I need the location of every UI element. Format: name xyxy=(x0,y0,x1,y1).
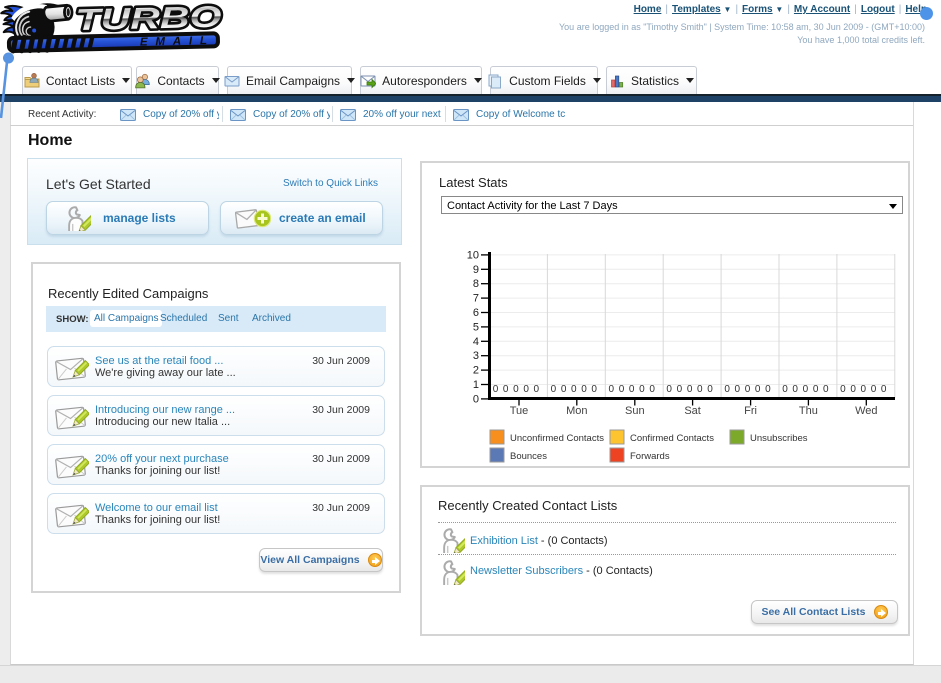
svg-text:8: 8 xyxy=(473,278,479,290)
svg-text:0: 0 xyxy=(881,384,887,395)
svg-text:5: 5 xyxy=(473,321,479,333)
svg-text:Unconfirmed Contacts: Unconfirmed Contacts xyxy=(510,433,604,444)
svg-text:0: 0 xyxy=(473,393,479,405)
svg-text:0: 0 xyxy=(813,384,819,395)
svg-text:0: 0 xyxy=(823,384,829,395)
svg-text:6: 6 xyxy=(473,307,479,319)
svg-text:0: 0 xyxy=(765,384,771,395)
svg-text:0: 0 xyxy=(609,384,615,395)
svg-text:7: 7 xyxy=(473,293,479,305)
svg-text:0: 0 xyxy=(677,384,683,395)
svg-text:0: 0 xyxy=(724,384,730,395)
svg-text:Sat: Sat xyxy=(684,405,701,417)
svg-text:0: 0 xyxy=(840,384,846,395)
svg-text:0: 0 xyxy=(581,384,587,395)
svg-text:0: 0 xyxy=(782,384,788,395)
svg-text:0: 0 xyxy=(619,384,625,395)
svg-text:0: 0 xyxy=(571,384,577,395)
svg-text:4: 4 xyxy=(473,336,479,348)
svg-text:Fri: Fri xyxy=(744,405,757,417)
svg-text:0: 0 xyxy=(687,384,693,395)
svg-text:EMAIL: EMAIL xyxy=(140,35,215,49)
svg-text:0: 0 xyxy=(745,384,751,395)
svg-text:0: 0 xyxy=(871,384,877,395)
svg-text:Forwards: Forwards xyxy=(630,451,670,462)
svg-text:Bounces: Bounces xyxy=(510,451,547,462)
svg-text:0: 0 xyxy=(493,384,499,395)
svg-text:0: 0 xyxy=(861,384,867,395)
svg-text:0: 0 xyxy=(707,384,713,395)
svg-text:9: 9 xyxy=(473,264,479,276)
svg-text:Tue: Tue xyxy=(510,405,529,417)
svg-text:Confirmed Contacts: Confirmed Contacts xyxy=(630,433,714,444)
svg-text:0: 0 xyxy=(697,384,703,395)
svg-text:0: 0 xyxy=(591,384,597,395)
svg-text:Unsubscribes: Unsubscribes xyxy=(750,433,808,444)
svg-text:0: 0 xyxy=(513,384,519,395)
svg-text:Wed: Wed xyxy=(855,405,877,417)
svg-text:Sun: Sun xyxy=(625,405,645,417)
svg-text:0: 0 xyxy=(503,384,509,395)
svg-text:Thu: Thu xyxy=(799,405,818,417)
svg-text:0: 0 xyxy=(639,384,645,395)
svg-text:0: 0 xyxy=(551,384,557,395)
svg-text:0: 0 xyxy=(735,384,741,395)
svg-text:2: 2 xyxy=(473,365,479,377)
svg-text:0: 0 xyxy=(523,384,529,395)
svg-text:0: 0 xyxy=(561,384,567,395)
svg-text:0: 0 xyxy=(534,384,540,395)
svg-text:Mon: Mon xyxy=(566,405,587,417)
svg-text:0: 0 xyxy=(850,384,856,395)
svg-text:0: 0 xyxy=(649,384,655,395)
svg-text:0: 0 xyxy=(755,384,761,395)
svg-text:0: 0 xyxy=(629,384,635,395)
svg-text:1: 1 xyxy=(473,379,479,391)
svg-text:3: 3 xyxy=(473,350,479,362)
svg-text:10: 10 xyxy=(467,249,479,261)
svg-text:0: 0 xyxy=(792,384,798,395)
svg-text:0: 0 xyxy=(666,384,672,395)
svg-text:0: 0 xyxy=(803,384,809,395)
